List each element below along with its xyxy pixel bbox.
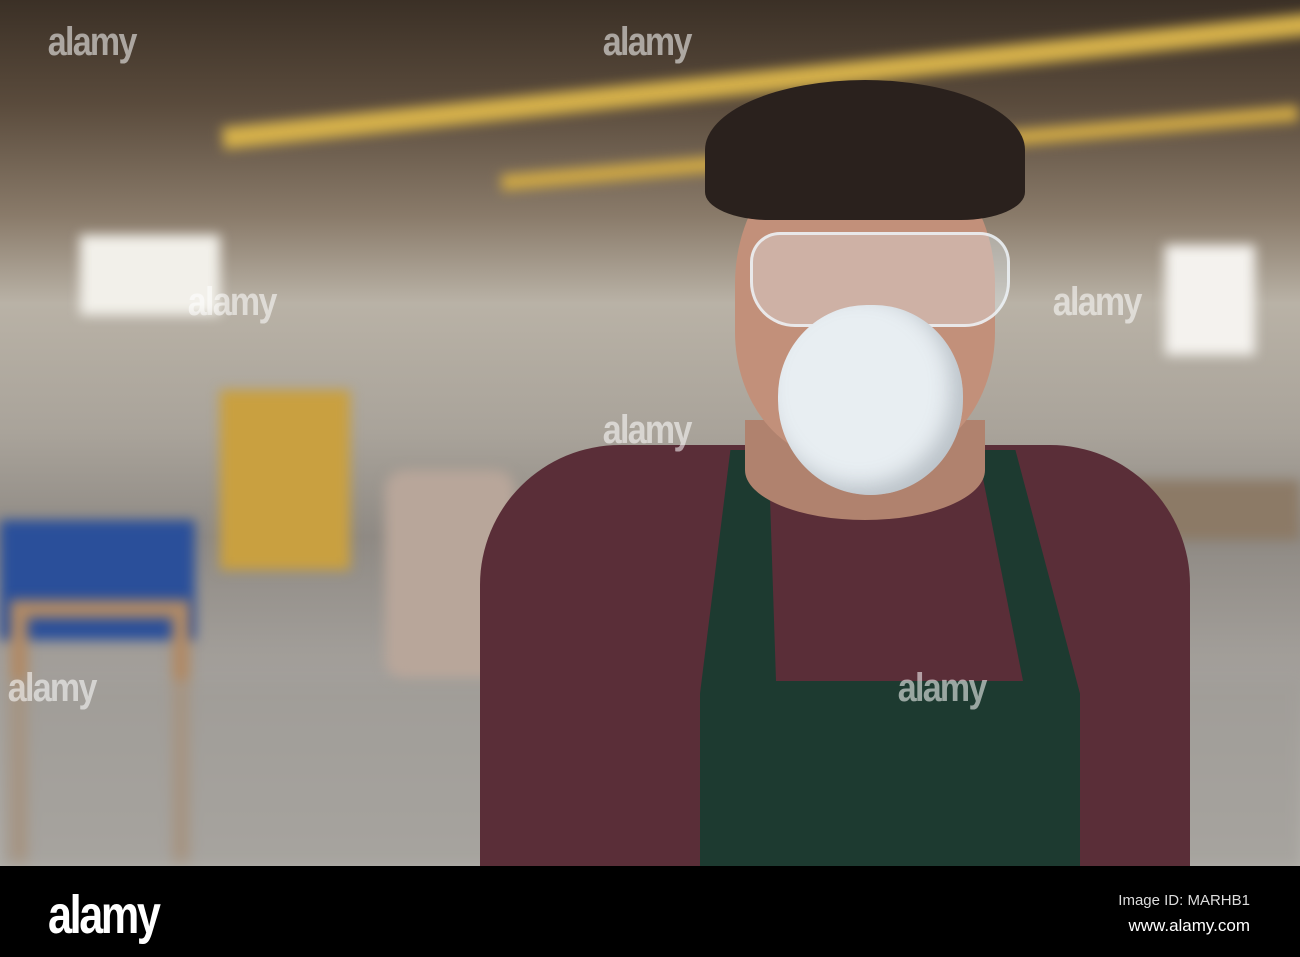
window xyxy=(1165,245,1255,355)
watermark: alamy xyxy=(1052,280,1143,324)
workshop-photo: alamy alamy alamy alamy alamy alamy alam… xyxy=(0,0,1300,866)
watermark: alamy xyxy=(187,280,278,324)
watermark: alamy xyxy=(47,20,138,64)
watermark: alamy xyxy=(897,666,988,710)
alamy-logo: alamy xyxy=(48,885,161,945)
yellow-equipment xyxy=(220,390,350,570)
dust-mask xyxy=(778,305,963,495)
image-id: Image ID: MARHB1 xyxy=(1118,892,1250,909)
footer-bar: alamy Image ID: MARHB1 www.alamy.com xyxy=(0,866,1300,957)
watermark: alamy xyxy=(602,20,693,64)
hair xyxy=(705,80,1025,220)
site-url: www.alamy.com xyxy=(1128,916,1250,935)
watermark: alamy xyxy=(602,408,693,452)
watermark: alamy xyxy=(7,666,98,710)
